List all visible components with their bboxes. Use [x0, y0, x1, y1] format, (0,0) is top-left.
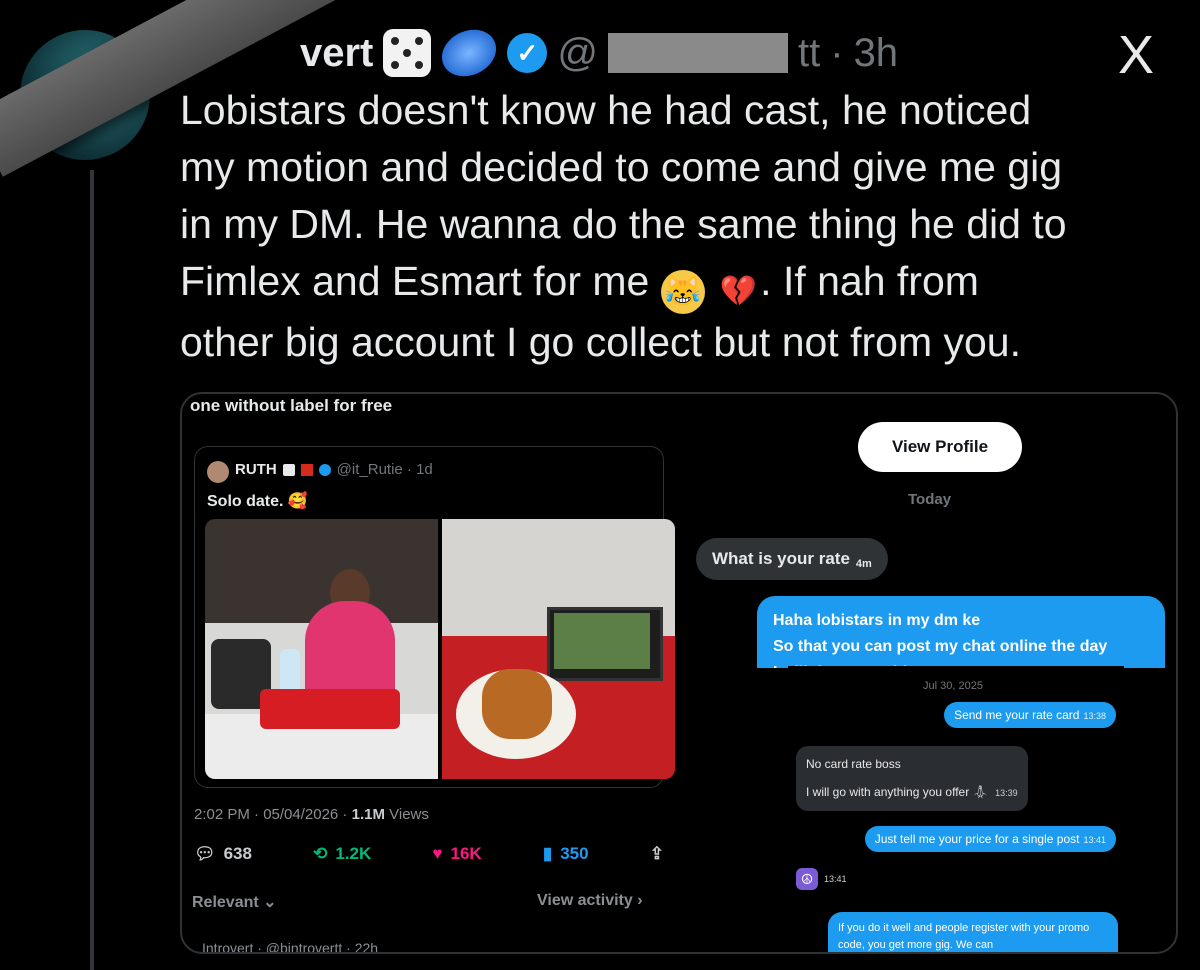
view-activity-link[interactable]: View activity ›: [537, 892, 643, 910]
dm2-message-text: I will go with anything you offer: [806, 785, 970, 799]
bookmark-icon: ▮: [542, 844, 553, 863]
quoted-photo-1: [205, 519, 438, 779]
tweet-text: Lobistars doesn't know he had cast, he n…: [180, 82, 1180, 371]
tweet-line: in my DM. He wanna do the same thing he …: [180, 201, 1067, 247]
reply-icon: 💬︎: [194, 844, 216, 863]
repost-button[interactable]: ⟲ 1.2K: [313, 844, 371, 864]
canada-flag-icon: [300, 463, 313, 476]
repost-icon: ⟲: [313, 844, 328, 863]
share-icon: ⇪: [649, 844, 664, 863]
quoted-meta: 2:02 PM · 05/04/2026 · 1.1M Views: [194, 806, 429, 823]
dm2-message-out: Send me your rate card 13:38: [944, 702, 1116, 728]
incoming-message-time: 4m: [855, 558, 872, 570]
verified-badge-icon: [318, 463, 331, 476]
reply-count: 638: [223, 844, 252, 863]
relevant-label: Relevant: [192, 894, 259, 911]
dm2-message-time: 13:39: [995, 788, 1018, 798]
dice-emoji-icon: [383, 29, 432, 77]
separator: ·: [830, 30, 844, 75]
dm2-date: Jul 30, 2025: [923, 680, 983, 692]
dm2-message-out: Just tell me your price for a single pos…: [864, 826, 1116, 852]
tweet-header: vert ✓ @ tt · 3h: [300, 21, 899, 85]
quoted-avatar: [207, 461, 229, 483]
tweet-line-part: Fimlex and Esmart for me: [180, 258, 650, 304]
verified-badge-icon: ✓: [507, 33, 548, 73]
timestamp[interactable]: 3h: [854, 31, 899, 76]
view-profile-button[interactable]: View Profile: [858, 422, 1022, 472]
heart-icon: ♥: [432, 844, 443, 863]
handle-tail[interactable]: tt: [798, 31, 820, 76]
x-logo-icon[interactable]: X: [1118, 28, 1154, 82]
tablet-screen: [554, 613, 650, 669]
quoted-meta-views-label: Views: [389, 806, 429, 823]
share-button[interactable]: ⇪: [650, 844, 664, 864]
quoted-header: RUTH @it_Rutie · 1d: [235, 461, 433, 478]
dm2-message-text: Just tell me your price for a single pos…: [874, 832, 1080, 846]
bookmark-button[interactable]: ▮ 350: [543, 844, 589, 864]
dm2-message-in: No card rate boss I will go with anythin…: [796, 746, 1028, 811]
tweet-line-part: . If nah from: [760, 258, 979, 304]
broken-heart-emoji-icon: 💔: [719, 275, 757, 308]
thread-line: [90, 170, 94, 970]
quoted-photo-2: [442, 519, 675, 779]
date-divider: Today: [908, 491, 952, 508]
quoted-text-body: Solo date.: [207, 493, 284, 510]
cat-tears-emoji-icon: 😹: [660, 270, 705, 314]
quoted-meta-views: 1.1M: [351, 806, 385, 823]
quoted-tweet-screenshot: RUTH @it_Rutie · 1d Solo date. 🥰 2:02 PM…: [182, 394, 682, 952]
repost-count: 1.2K: [335, 844, 372, 863]
quoted-meta-time: 2:02 PM · 05/04/2026 ·: [194, 806, 348, 823]
chevron-down-icon: ⌄: [263, 894, 277, 911]
dm2-message-time: 13:41: [1083, 835, 1106, 845]
peace-emoji-icon: ☮: [796, 868, 818, 890]
bookmark-count: 350: [560, 844, 589, 863]
quoted-actions: 💬︎ 638 ⟲ 1.2K ♥ 16K ▮ 350 ⇪: [194, 844, 664, 864]
dm2-message-text: Send me your rate card: [954, 708, 1080, 722]
outgoing-line: So that you can post my chat online the …: [773, 638, 1108, 655]
like-button[interactable]: ♥ 16K: [432, 844, 481, 864]
incoming-message-text: What is your rate: [712, 549, 850, 568]
tweet-line: Fimlex and Esmart for me 😹 💔. If nah fro…: [180, 253, 1180, 314]
dm2-message-text: No card rate boss: [806, 757, 901, 771]
praying-hands-emoji-icon: 🙏︎: [972, 785, 988, 799]
quoted-tweet-card: RUTH @it_Rutie · 1d Solo date. 🥰: [194, 446, 675, 788]
outgoing-line: Haha lobistars in my dm ke: [773, 612, 981, 629]
incoming-message: What is your rate 4m: [696, 538, 888, 580]
tweet-media[interactable]: one without label for free RUTH @it_Ruti…: [180, 392, 1178, 954]
dm2-message-time: 13:41: [824, 874, 847, 884]
red-tray: [260, 689, 400, 729]
next-tweet-peek: Introvert · @bintrovertt · 22h: [202, 940, 379, 954]
like-count: 16K: [450, 844, 482, 863]
quoted-handle: @it_Rutie · 1d: [336, 461, 433, 478]
chevron-right-icon: ›: [637, 892, 643, 909]
bird-emoji-icon: [282, 463, 295, 476]
smiling-hearts-emoji-icon: 🥰: [287, 493, 308, 510]
dm2-message-line: I will go with anything you offer 🙏︎ 13:…: [806, 782, 1018, 803]
handle-at[interactable]: @: [557, 31, 598, 76]
dm2-message-time: 13:38: [1083, 711, 1106, 721]
tweet-line: my motion and decided to come and give m…: [180, 144, 1063, 190]
reply-button[interactable]: 💬︎ 638: [194, 844, 252, 864]
disc-emoji-icon: [434, 21, 505, 85]
view-activity-label: View activity: [537, 892, 633, 909]
jollof-rice: [482, 669, 552, 739]
handle-redaction: [608, 33, 788, 73]
quoted-text: Solo date. 🥰: [207, 491, 308, 511]
dm2-message-out: If you do it well and people register wi…: [828, 912, 1118, 952]
tweet-line: other big account I go collect but not f…: [180, 319, 1021, 365]
relevant-sort[interactable]: Relevant ⌄: [192, 892, 277, 912]
quoted-name: RUTH: [235, 461, 277, 478]
tweet-line: Lobistars doesn't know he had cast, he n…: [180, 87, 1032, 133]
outgoing-message: Haha lobistars in my dm ke So that you c…: [757, 596, 1165, 668]
second-dm-screenshot: Jul 30, 2025 Send me your rate card 13:38…: [788, 666, 1124, 952]
display-name[interactable]: vert: [300, 31, 373, 76]
